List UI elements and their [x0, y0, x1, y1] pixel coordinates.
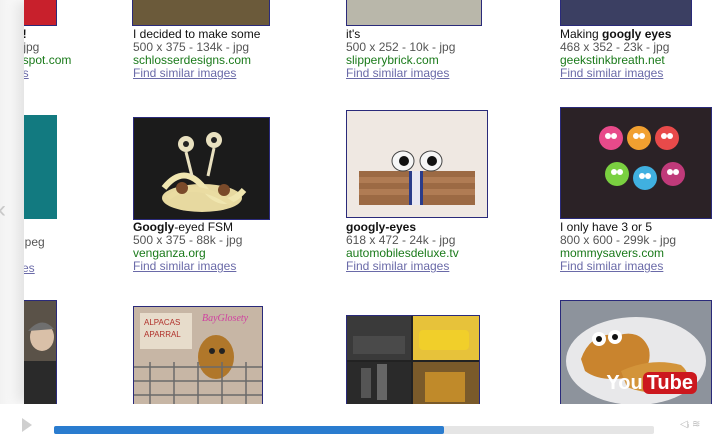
result-item: I only have 3 or 5 800 x 600 - 299k - jp…	[560, 220, 677, 273]
result-item: it's 500 x 252 - 10k - jpg slipperybrick…	[346, 27, 456, 80]
thumbnail[interactable]	[24, 115, 57, 219]
thumbnail-image	[347, 316, 479, 404]
result-item: I decided to make some 500 x 375 - 134k …	[133, 27, 261, 80]
thumbnail[interactable]	[346, 110, 488, 218]
result-item: Googly-eyed FSM 500 x 375 - 88k - jpg ve…	[133, 220, 243, 273]
find-similar-link[interactable]: Find similar images	[560, 260, 676, 273]
svg-text:ALPACAS: ALPACAS	[144, 318, 180, 327]
thumbnail-image	[134, 118, 269, 219]
chevron-left-icon[interactable]: ‹	[0, 196, 6, 224]
thumbnail[interactable]	[560, 0, 692, 26]
youtube-logo: You Tube	[606, 372, 697, 395]
thumbnail-image	[561, 108, 711, 218]
svg-text:APARRAL: APARRAL	[144, 330, 181, 339]
find-similar-link[interactable]: Find similar images	[560, 67, 671, 80]
svg-text:BayGlosety: BayGlosety	[202, 313, 249, 324]
thumbnail[interactable]	[346, 315, 480, 404]
thumbnail[interactable]	[24, 300, 57, 404]
thumbnail[interactable]	[24, 0, 57, 26]
find-similar-link[interactable]: Find similar images	[346, 260, 459, 273]
result-item: googly-eyes 618 x 472 - 24k - jpg automo…	[346, 220, 459, 273]
thumbnail-image: ALPACAS APARRAL BayGlosety	[134, 307, 262, 404]
find-similar-link[interactable]: Find similar images	[133, 260, 242, 273]
thumbnail[interactable]	[346, 0, 482, 26]
volume-icon[interactable]: ◁ᵢ ≋	[680, 419, 700, 430]
thumbnail-image	[24, 301, 56, 404]
video-frame: ‹ s! - jpg gspot.com es I decided to mak…	[0, 0, 715, 435]
thumbnail[interactable]	[133, 117, 270, 220]
thumbnail[interactable]	[132, 0, 270, 26]
thumbnail-image	[347, 111, 487, 217]
thumbnail[interactable]	[560, 107, 712, 219]
find-similar-link[interactable]: Find similar images	[133, 67, 260, 80]
play-icon[interactable]	[22, 418, 32, 432]
progress-bar[interactable]	[54, 426, 654, 434]
find-similar-link[interactable]: es	[24, 67, 71, 80]
result-item: Making googly eyes 468 x 352 - 23k - jpg…	[560, 27, 672, 80]
progress-fill	[54, 426, 444, 434]
video-screen[interactable]: s! - jpg gspot.com es I decided to make …	[24, 0, 715, 404]
player-controls: ◁ᵢ ≋	[0, 404, 715, 435]
result-item: s! - jpg gspot.com es	[24, 28, 71, 80]
thumbnail[interactable]: ALPACAS APARRAL BayGlosety	[133, 306, 263, 404]
find-similar-link[interactable]: Find similar images	[346, 67, 455, 80]
find-similar-link[interactable]: es	[24, 262, 45, 275]
result-item: jpeg es	[24, 235, 45, 275]
thumbnail[interactable]: You Tube	[560, 300, 712, 404]
